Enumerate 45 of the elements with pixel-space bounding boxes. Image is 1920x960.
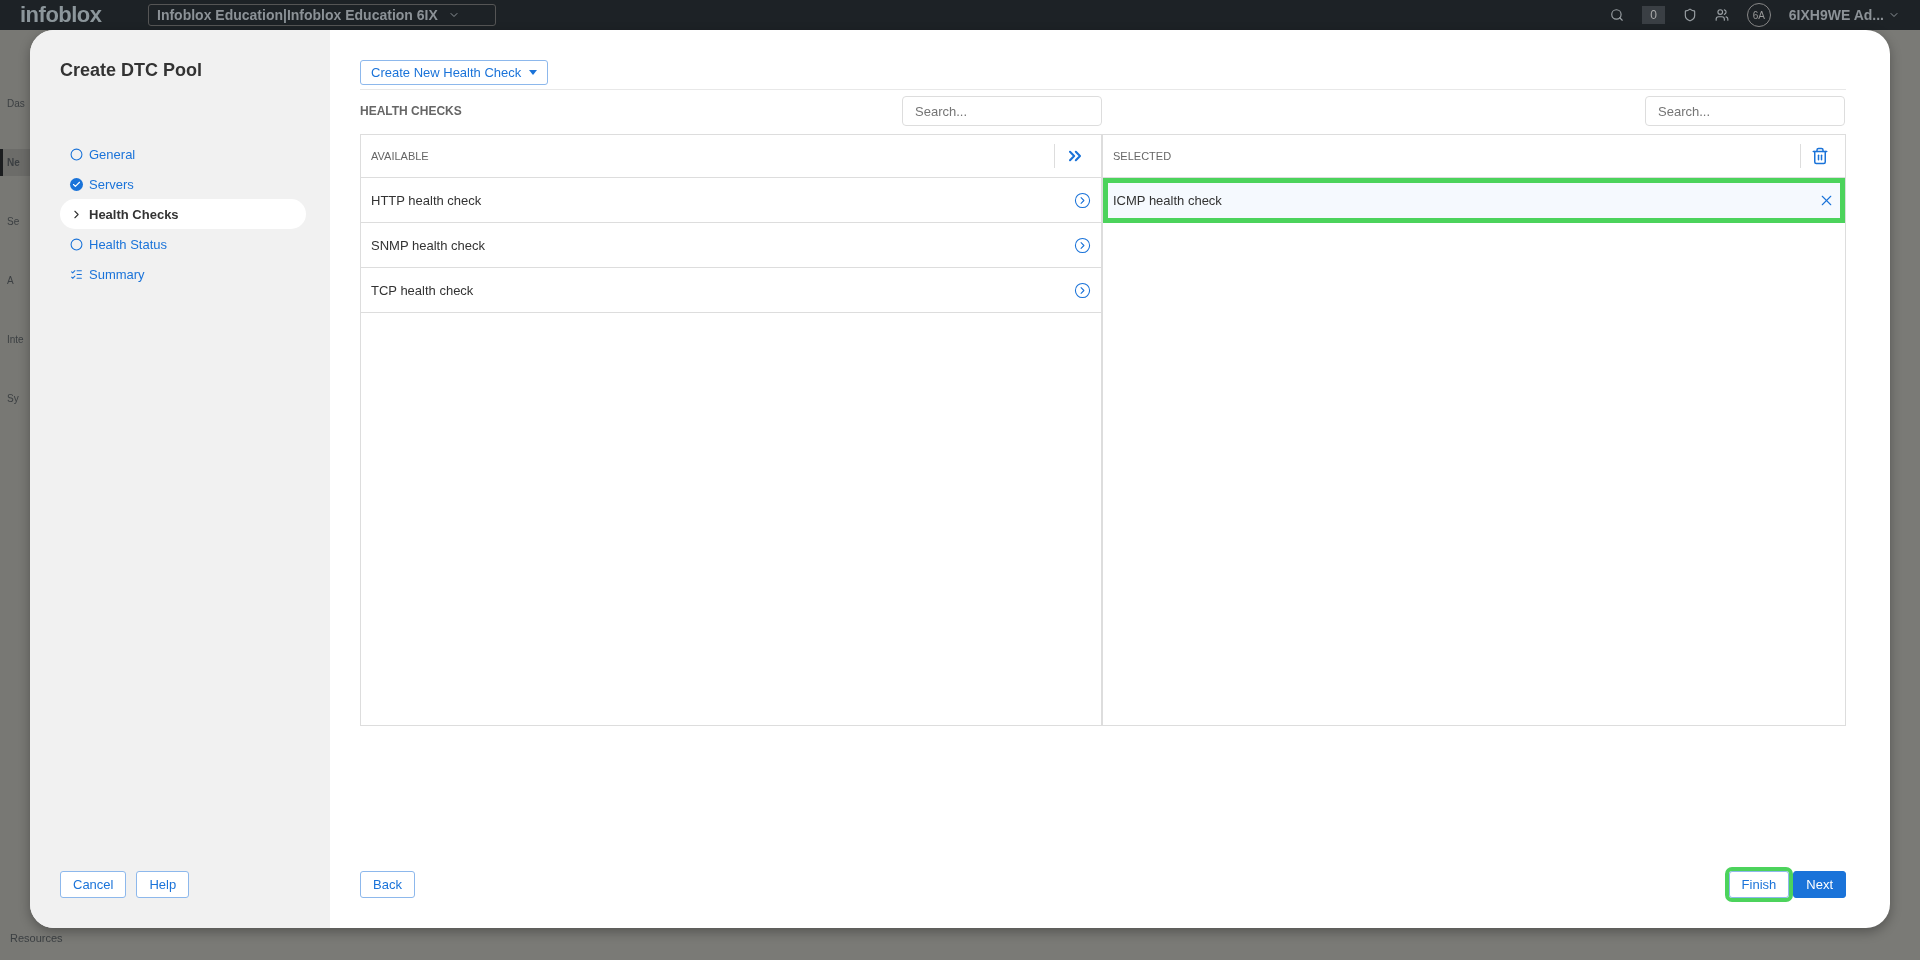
next-button[interactable]: Next xyxy=(1793,871,1846,898)
add-button[interactable] xyxy=(1074,281,1091,299)
circle-chevron-icon xyxy=(1074,281,1091,299)
search-field[interactable]: Search... xyxy=(1645,96,1845,126)
logo: infoblox xyxy=(20,2,103,28)
users-icon[interactable] xyxy=(1714,8,1729,22)
circle-icon xyxy=(70,147,83,161)
search-field[interactable]: Search... xyxy=(902,96,1102,126)
list-item: SNMP health check xyxy=(371,237,485,253)
add-button[interactable] xyxy=(1074,191,1091,209)
nav-item[interactable]: Resources xyxy=(10,932,63,944)
cancel-button[interactable]: Cancel xyxy=(60,871,127,898)
selected-item[interactable]: ICMP health check xyxy=(1103,178,1845,223)
account-selector[interactable]: Infoblox Education|Infoblox Education 6IX xyxy=(148,4,496,26)
notification-count[interactable]: 0 xyxy=(1642,6,1665,24)
dialog-title: Create DTC Pool xyxy=(60,60,204,81)
user-menu[interactable]: 6IXH9WE Ad... xyxy=(1788,7,1900,23)
wizard-step[interactable]: General xyxy=(60,139,306,169)
nav-item[interactable]: Sy xyxy=(0,385,30,412)
add-button[interactable] xyxy=(1074,236,1091,254)
circle-icon xyxy=(70,237,83,251)
wizard-step[interactable]: Summary xyxy=(60,259,306,289)
help-button[interactable]: Help xyxy=(136,871,190,898)
checklist-icon xyxy=(70,267,83,281)
wizard-step[interactable]: Health Status xyxy=(60,229,306,259)
nav-item[interactable]: Se xyxy=(0,208,30,235)
search-icon[interactable] xyxy=(1610,8,1625,22)
nav-item[interactable]: Das xyxy=(0,90,30,117)
nav-item[interactable]: A xyxy=(0,267,30,294)
circle-chevron-icon xyxy=(1074,191,1091,209)
nav-item[interactable]: Inte xyxy=(0,326,30,353)
caret-icon xyxy=(529,70,538,75)
section-title: HEALTH CHECKS xyxy=(360,104,462,118)
back-button[interactable]: Back xyxy=(360,871,415,898)
wizard-step[interactable]: Health Checks xyxy=(60,199,306,229)
create-health-check-button[interactable]: Create New Health Check xyxy=(360,60,549,85)
list-header: AVAILABLE xyxy=(371,150,430,162)
list-item: HTTP health check xyxy=(371,192,482,208)
wizard-step[interactable]: Servers xyxy=(60,169,306,199)
circle-chevron-icon xyxy=(1074,236,1091,254)
list-item: TCP health check xyxy=(371,282,474,298)
list-header: SELECTED xyxy=(1113,150,1173,162)
trash-icon xyxy=(1811,147,1829,165)
check-circle-icon xyxy=(70,177,83,191)
shield-icon[interactable] xyxy=(1682,8,1697,22)
